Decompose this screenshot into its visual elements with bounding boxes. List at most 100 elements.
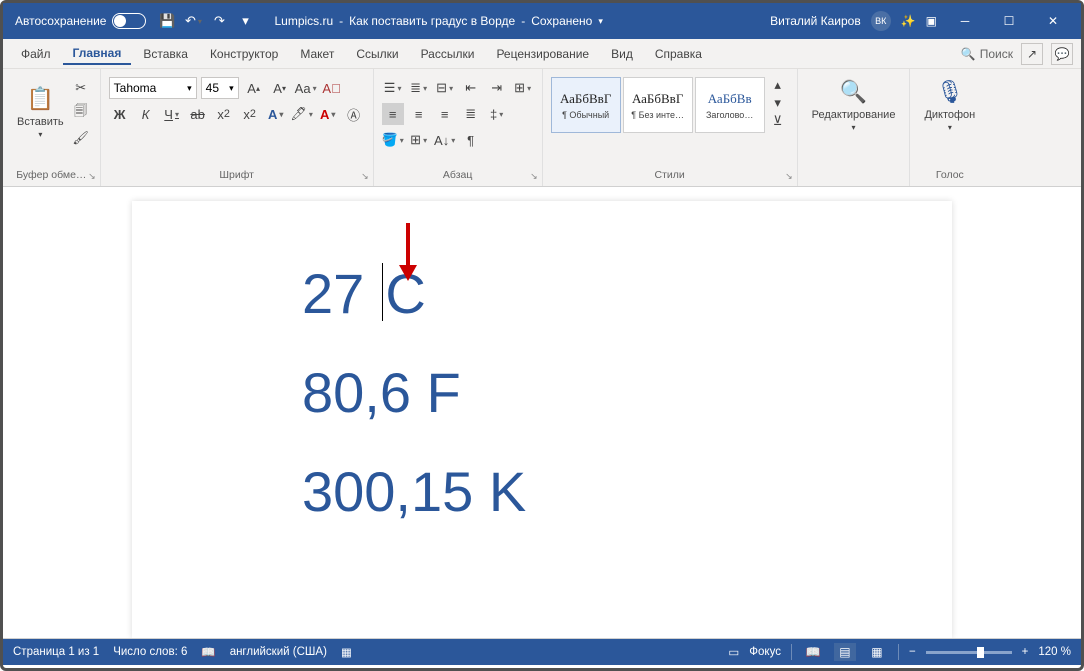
show-marks-button[interactable]: ¶ xyxy=(460,129,482,151)
bullets-button[interactable]: ☰ xyxy=(382,77,404,99)
shading-button[interactable]: 🪣 xyxy=(382,129,404,151)
styles-down-icon[interactable]: ▾ xyxy=(767,94,789,112)
editing-button[interactable]: 🔍 Редактирование ▾ xyxy=(806,73,902,136)
autosave-toggle[interactable] xyxy=(112,13,146,29)
text-cursor xyxy=(382,263,384,321)
undo-icon[interactable]: ↶ xyxy=(184,12,202,30)
para-dialog-icon[interactable]: ↘ xyxy=(530,171,538,182)
close-button[interactable]: ✕ xyxy=(1031,3,1075,39)
search-box[interactable]: 🔍 Поиск xyxy=(961,47,1013,61)
minimize-button[interactable]: ─ xyxy=(943,3,987,39)
copy-button[interactable]: 🗐 xyxy=(70,102,92,124)
tab-review[interactable]: Рецензирование xyxy=(486,44,599,64)
line-spacing-button[interactable]: ‡ xyxy=(486,103,508,125)
doc-line-2[interactable]: 80,6 F xyxy=(302,360,932,425)
italic-button[interactable]: К xyxy=(135,103,157,125)
group-editing: 🔍 Редактирование ▾ xyxy=(798,69,911,186)
decrease-indent-button[interactable]: ⇤ xyxy=(460,77,482,99)
redo-icon[interactable]: ↷ xyxy=(210,12,228,30)
group-clipboard: 📋 Вставить ▾ ✂ 🗐 🖌 Буфер обме… ↘ xyxy=(3,69,101,186)
macro-icon[interactable]: ▦ xyxy=(341,645,352,659)
paste-button[interactable]: 📋 Вставить ▾ xyxy=(11,73,70,149)
user-name[interactable]: Виталий Каиров xyxy=(770,14,861,28)
print-layout-button[interactable]: ▤ xyxy=(834,643,856,661)
highlight-button[interactable]: 🖊 xyxy=(291,103,313,125)
font-name-select[interactable]: Tahoma▾ xyxy=(109,77,197,99)
saved-state: Сохранено xyxy=(531,14,592,28)
cut-button[interactable]: ✂ xyxy=(70,77,92,99)
zoom-slider[interactable] xyxy=(926,651,1012,654)
save-icon[interactable]: 💾 xyxy=(158,12,176,30)
tab-home[interactable]: Главная xyxy=(63,43,132,65)
tab-layout[interactable]: Макет xyxy=(290,44,344,64)
tab-help[interactable]: Справка xyxy=(645,44,712,64)
style-no-spacing[interactable]: АаБбВвГ ¶ Без инте… xyxy=(623,77,693,133)
title-bar: Автосохранение 💾 ↶ ↷ ▾ Lumpics.ru - Как … xyxy=(3,3,1081,39)
shrink-font-button[interactable]: A▾ xyxy=(269,77,291,99)
status-language[interactable]: английский (США) xyxy=(230,646,327,658)
mic-icon: 🎙 xyxy=(936,77,964,107)
increase-indent-button[interactable]: ⇥ xyxy=(486,77,508,99)
web-layout-button[interactable]: ▦ xyxy=(866,643,888,661)
tab-references[interactable]: Ссылки xyxy=(346,44,408,64)
tab-mailings[interactable]: Рассылки xyxy=(411,44,485,64)
style-normal[interactable]: АаБбВвГ ¶ Обычный xyxy=(551,77,621,133)
dictate-button[interactable]: 🎙 Диктофон ▾ xyxy=(918,73,981,136)
proofing-icon[interactable]: 📖 xyxy=(201,645,215,659)
clear-format-button[interactable]: A⃠ xyxy=(321,77,343,99)
format-painter-button[interactable]: 🖌 xyxy=(70,127,92,149)
multilevel-button[interactable]: ⊟ xyxy=(434,77,456,99)
align-right-button[interactable]: ≡ xyxy=(434,103,456,125)
font-size-select[interactable]: 45▾ xyxy=(201,77,239,99)
subscript-button[interactable]: x2 xyxy=(213,103,235,125)
align-left-button[interactable]: ≡ xyxy=(382,103,404,125)
arrow-annotation xyxy=(395,221,421,283)
change-case-button[interactable]: Aa xyxy=(295,77,317,99)
superscript-button[interactable]: x2 xyxy=(239,103,261,125)
tab-insert[interactable]: Вставка xyxy=(133,44,198,64)
sort-button[interactable]: ⊞ xyxy=(512,77,534,99)
styles-more-icon[interactable]: ⊻ xyxy=(767,112,789,130)
sort-az-button[interactable]: A↓ xyxy=(434,129,456,151)
qat-customize-icon[interactable]: ▾ xyxy=(236,12,254,30)
zoom-value[interactable]: 120 % xyxy=(1038,646,1071,658)
share-button[interactable]: ↗ xyxy=(1021,43,1043,65)
tab-design[interactable]: Конструктор xyxy=(200,44,288,64)
status-page[interactable]: Страница 1 из 1 xyxy=(13,646,99,658)
align-center-button[interactable]: ≡ xyxy=(408,103,430,125)
enclose-char-button[interactable]: Ⓐ xyxy=(343,103,365,125)
coming-soon-icon[interactable]: ✨ xyxy=(901,14,916,28)
bold-button[interactable]: Ж xyxy=(109,103,131,125)
avatar[interactable]: ВК xyxy=(871,11,891,31)
search-label: Поиск xyxy=(980,47,1013,61)
justify-button[interactable]: ≣ xyxy=(460,103,482,125)
menu-bar: Файл Главная Вставка Конструктор Макет С… xyxy=(3,39,1081,69)
zoom-out-button[interactable]: − xyxy=(909,646,916,658)
tab-file[interactable]: Файл xyxy=(11,44,61,64)
underline-button[interactable]: Ч xyxy=(161,103,183,125)
styles-dialog-icon[interactable]: ↘ xyxy=(785,171,793,182)
page[interactable]: 27 С 80,6 F 300,15 K xyxy=(132,201,952,638)
text-effects-button[interactable]: A xyxy=(265,103,287,125)
group-font: Tahoma▾ 45▾ A▴ A▾ Aa A⃠ Ж К Ч ab x2 x2 A… xyxy=(101,69,374,186)
comments-button[interactable]: 💬 xyxy=(1051,43,1073,65)
strike-button[interactable]: ab xyxy=(187,103,209,125)
tab-view[interactable]: Вид xyxy=(601,44,643,64)
status-words[interactable]: Число слов: 6 xyxy=(113,646,187,658)
style-heading1[interactable]: АаБбВв Заголово… xyxy=(695,77,765,133)
numbering-button[interactable]: ≣ xyxy=(408,77,430,99)
status-focus[interactable]: Фокус xyxy=(749,646,781,658)
maximize-button[interactable]: ☐ xyxy=(987,3,1031,39)
ribbon-mode-icon[interactable]: ▣ xyxy=(926,14,937,28)
font-dialog-icon[interactable]: ↘ xyxy=(361,171,369,182)
saved-dropdown-icon[interactable]: ▾ xyxy=(598,16,603,27)
grow-font-button[interactable]: A▴ xyxy=(243,77,265,99)
clipboard-dialog-icon[interactable]: ↘ xyxy=(88,171,96,182)
document-area[interactable]: 27 С 80,6 F 300,15 K xyxy=(3,187,1081,639)
borders-button[interactable]: ⊞ xyxy=(408,129,430,151)
zoom-in-button[interactable]: + xyxy=(1022,646,1029,658)
styles-up-icon[interactable]: ▴ xyxy=(767,76,789,94)
font-color-button[interactable]: A xyxy=(317,103,339,125)
doc-line-3[interactable]: 300,15 K xyxy=(302,459,932,524)
read-mode-button[interactable]: 📖 xyxy=(802,643,824,661)
